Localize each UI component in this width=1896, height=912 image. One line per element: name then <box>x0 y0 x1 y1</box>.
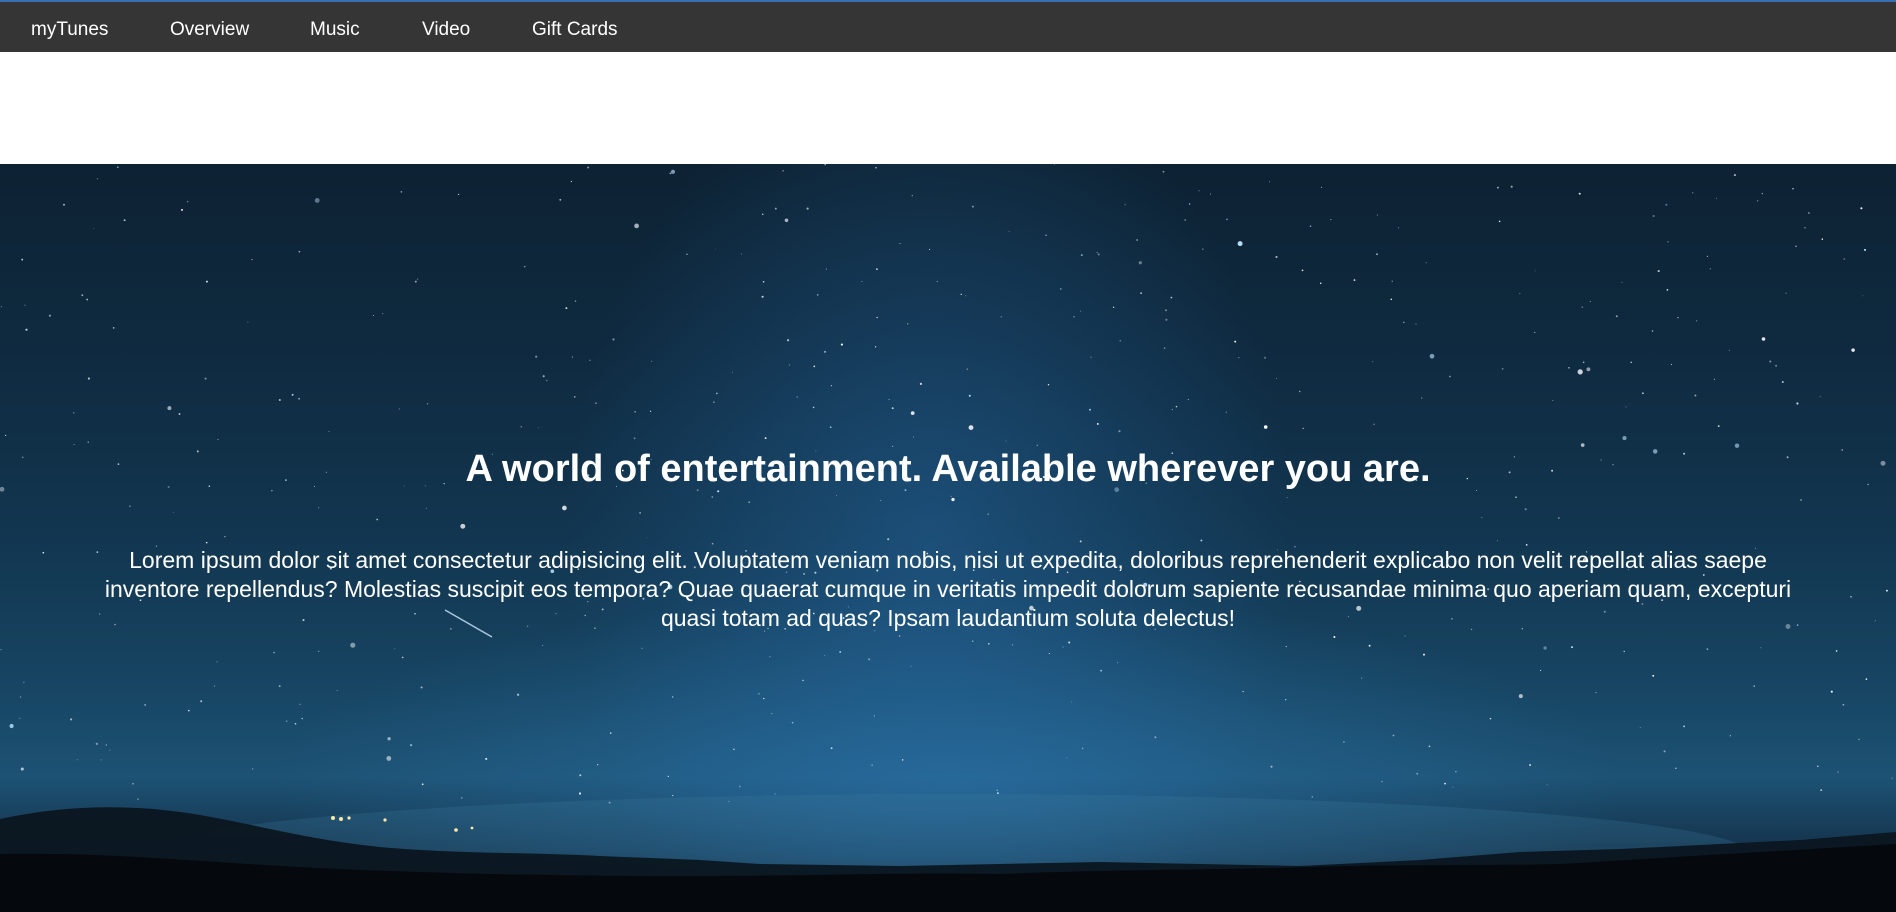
top-navbar: myTunes Overview Music Video Gift Cards <box>0 0 1896 52</box>
hero-title: A world of entertainment. Available wher… <box>465 448 1431 490</box>
nav-link-overview[interactable]: Overview <box>170 19 249 41</box>
spacer-area <box>0 52 1896 164</box>
brand-link[interactable]: myTunes <box>31 19 108 41</box>
nav-link-music[interactable]: Music <box>310 19 360 41</box>
starry-sky-background <box>0 164 1896 912</box>
nav-link-video[interactable]: Video <box>422 19 470 41</box>
hero-description: Lorem ipsum dolor sit amet consectetur a… <box>104 547 1792 631</box>
hero-section: A world of entertainment. Available wher… <box>0 164 1896 912</box>
nav-link-gift-cards[interactable]: Gift Cards <box>532 19 618 41</box>
